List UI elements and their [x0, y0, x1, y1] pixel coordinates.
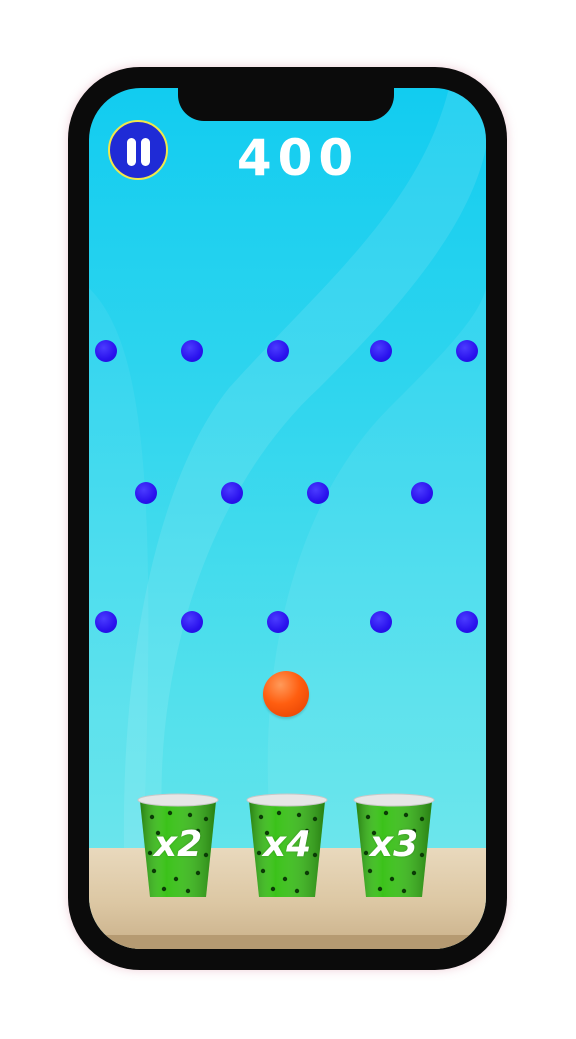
peg — [456, 340, 478, 362]
pause-icon — [127, 138, 136, 166]
peg — [221, 482, 243, 504]
peg — [135, 482, 157, 504]
cup-multiplier: x4 — [262, 824, 312, 865]
peg — [267, 611, 289, 633]
phone-notch — [178, 88, 394, 121]
cup-x2: x2 — [136, 793, 220, 899]
peg — [181, 340, 203, 362]
table-edge — [89, 935, 486, 949]
cup-x4: x4 — [245, 793, 329, 899]
peg — [370, 611, 392, 633]
peg — [95, 611, 117, 633]
ball — [263, 671, 309, 717]
peg — [370, 340, 392, 362]
peg — [411, 482, 433, 504]
cup-multiplier: x2 — [153, 824, 203, 865]
pause-icon-bar — [141, 138, 150, 166]
score-display: 400 — [236, 129, 360, 187]
peg — [456, 611, 478, 633]
peg — [181, 611, 203, 633]
peg — [267, 340, 289, 362]
cup-x3: x3 — [352, 793, 436, 899]
pause-button[interactable] — [108, 120, 168, 180]
cup-multiplier: x3 — [369, 824, 419, 865]
peg — [95, 340, 117, 362]
peg — [307, 482, 329, 504]
